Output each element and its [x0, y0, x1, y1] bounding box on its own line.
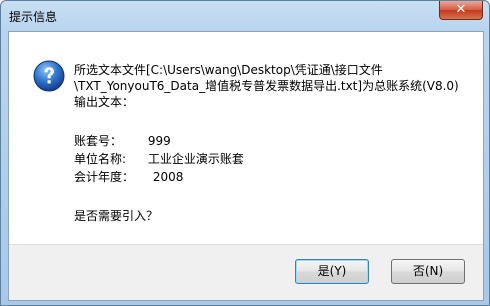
- yes-button[interactable]: 是(Y): [295, 259, 369, 284]
- message-line: 输出文本：: [74, 95, 135, 109]
- dialog-body: 所选文本文件[C:\Users\wang\Desktop\凭证通\接口文件 \T…: [8, 31, 484, 301]
- message-line: 所选文本文件[C:\Users\wang\Desktop\凭证通\接口文件: [74, 63, 383, 77]
- message-line: \TXT_YonyouT6_Data_增值税专普发票数据导出.txt]为总账系统…: [74, 79, 459, 93]
- account-number-value: 999: [147, 134, 171, 148]
- company-name-value: 工业企业演示账套: [147, 152, 244, 166]
- confirm-question: 是否需要引入？: [74, 209, 159, 223]
- fiscal-year-row: 会计年度： 2008: [74, 168, 474, 186]
- message-text: 所选文本文件[C:\Users\wang\Desktop\凭证通\接口文件 \T…: [74, 62, 474, 224]
- company-name-label: 单位名称:: [74, 152, 127, 166]
- close-icon: ✕: [455, 2, 467, 17]
- close-button[interactable]: ✕: [439, 1, 483, 20]
- fiscal-year-label: 会计年度：: [74, 170, 135, 184]
- account-number-row: 账套号： 999: [74, 132, 474, 150]
- title-bar[interactable]: 提示信息 ✕: [1, 1, 489, 31]
- message-dialog: 提示信息 ✕ 所选文本文件[C:\Users\wang\Desktop\凭证通\…: [0, 0, 490, 306]
- dialog-title: 提示信息: [9, 10, 58, 24]
- company-name-row: 单位名称: 工业企业演示账套: [74, 150, 474, 168]
- question-icon: [33, 60, 65, 92]
- account-number-label: 账套号：: [74, 134, 123, 148]
- no-button[interactable]: 否(N): [391, 259, 465, 284]
- fiscal-year-value: 2008: [152, 170, 184, 184]
